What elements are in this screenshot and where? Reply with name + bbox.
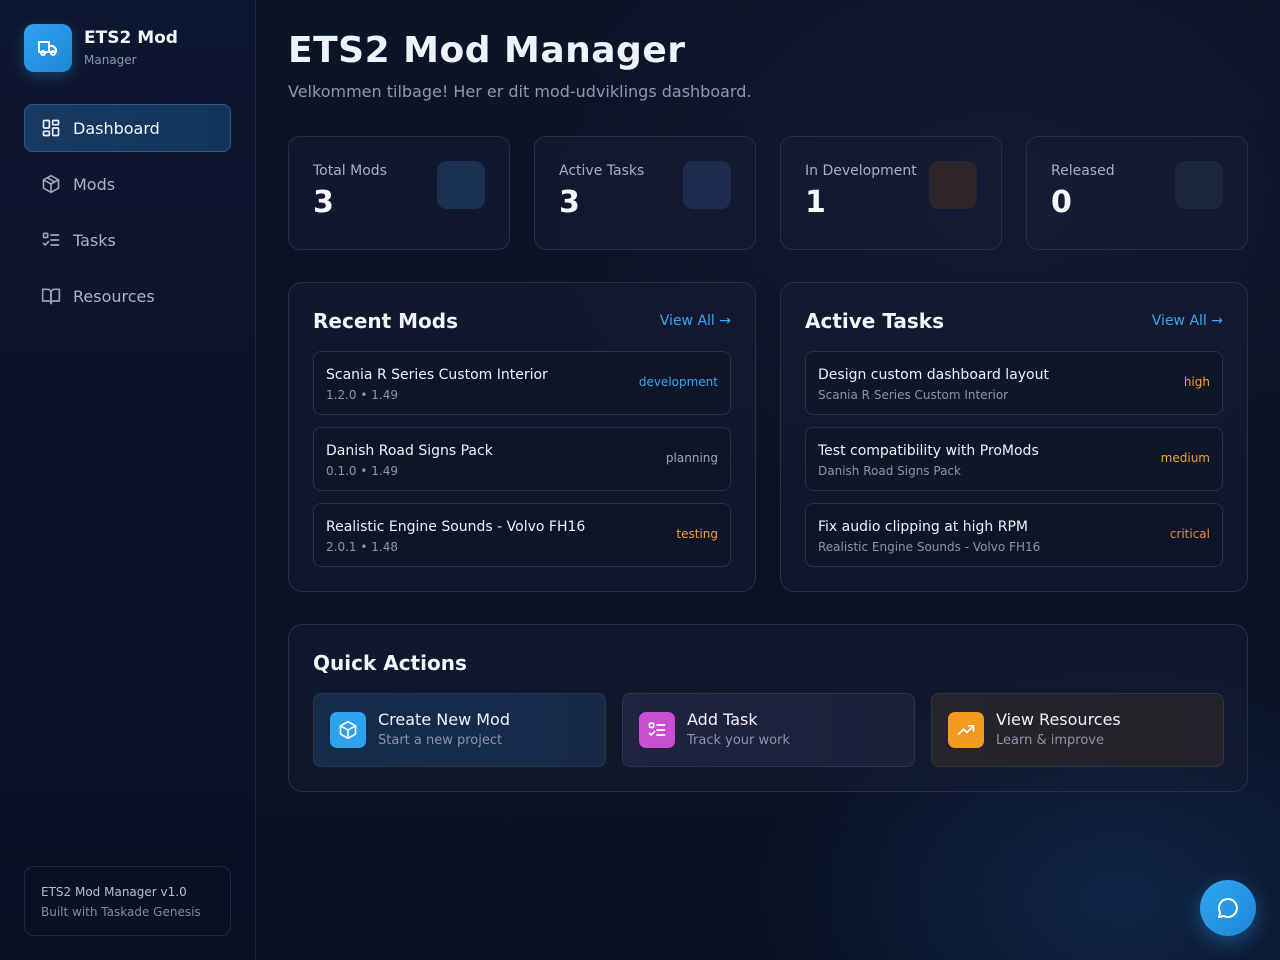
brand-subtitle: Manager [84, 53, 137, 67]
panel-title: Quick Actions [313, 651, 467, 675]
mod-version: 2.0.1 • 1.48 [326, 540, 398, 554]
priority-badge: high [1183, 375, 1210, 389]
quick-action-title: View Resources [996, 710, 1121, 729]
trending-up-icon [948, 712, 984, 748]
mod-list-item[interactable]: Scania R Series Custom Interior 1.2.0 • … [313, 351, 731, 415]
task-name: Fix audio clipping at high RPM [818, 519, 1028, 535]
stat-card-total-mods: Total Mods 3 [288, 136, 510, 250]
stat-card-released: Released 0 [1026, 136, 1248, 250]
sidebar-item-dashboard[interactable]: Dashboard [24, 104, 231, 152]
create-new-mod-button[interactable]: Create New Mod Start a new project [313, 693, 606, 767]
status-badge: planning [665, 451, 718, 465]
active-tasks-panel: Active Tasks View All → Design custom da… [780, 282, 1248, 592]
quick-action-subtitle: Start a new project [378, 733, 503, 748]
mod-version: 0.1.0 • 1.49 [326, 464, 398, 478]
sidebar-item-label: Resources [73, 286, 155, 306]
task-mod: Danish Road Signs Pack [818, 464, 961, 478]
panel-title: Recent Mods [313, 309, 459, 333]
task-name: Test compatibility with ProMods [818, 443, 1039, 459]
stat-card-active-tasks: Active Tasks 3 [534, 136, 756, 250]
stats-row: Total Mods 3 Active Tasks 3 In Developme… [288, 136, 1248, 250]
page-subtitle: Velkommen tilbage! Her er dit mod-udvikl… [288, 82, 752, 101]
priority-badge: critical [1169, 527, 1210, 541]
task-name: Design custom dashboard layout [818, 367, 1049, 383]
mod-list-item[interactable]: Realistic Engine Sounds - Volvo FH16 2.0… [313, 503, 731, 567]
chat-bubble-icon [1217, 897, 1238, 918]
sidebar-item-label: Mods [73, 174, 116, 194]
task-list-item[interactable]: Design custom dashboard layout Scania R … [805, 351, 1223, 415]
list-checks-icon [639, 712, 675, 748]
stat-icon [683, 161, 731, 209]
task-mod: Realistic Engine Sounds - Volvo FH16 [818, 540, 1041, 554]
tasks-list: Design custom dashboard layout Scania R … [805, 351, 1223, 579]
quick-actions-panel: Quick Actions Create New Mod Start a new… [288, 624, 1248, 792]
box-icon [42, 174, 60, 194]
view-resources-button[interactable]: View Resources Learn & improve [931, 693, 1224, 767]
stat-icon [929, 161, 977, 209]
mod-name: Realistic Engine Sounds - Volvo FH16 [326, 519, 586, 535]
page-title: ETS2 Mod Manager [288, 30, 686, 71]
chat-button[interactable] [1200, 880, 1256, 936]
view-all-tasks-link[interactable]: View All → [1152, 313, 1223, 329]
quick-actions-grid: Create New Mod Start a new project Add T… [313, 693, 1224, 767]
task-list-item[interactable]: Test compatibility with ProMods Danish R… [805, 427, 1223, 491]
sidebar-nav: Dashboard Mods Tasks Resources [24, 104, 231, 328]
stat-icon [437, 161, 485, 209]
truck-icon [24, 24, 72, 72]
stat-card-in-development: In Development 1 [780, 136, 1002, 250]
quick-action-title: Add Task [687, 710, 758, 729]
sidebar-item-mods[interactable]: Mods [24, 160, 231, 208]
status-badge: testing [676, 527, 718, 541]
task-mod: Scania R Series Custom Interior [818, 388, 1009, 402]
brand-title: ETS2 Mod [84, 28, 178, 48]
quick-action-subtitle: Track your work [687, 733, 790, 748]
view-all-mods-link[interactable]: View All → [660, 313, 731, 329]
sidebar-footer: ETS2 Mod Manager v1.0 Built with Taskade… [24, 866, 231, 936]
stat-icon [1175, 161, 1223, 209]
mods-list: Scania R Series Custom Interior 1.2.0 • … [313, 351, 731, 579]
recent-mods-panel: Recent Mods View All → Scania R Series C… [288, 282, 756, 592]
built-with: Built with Taskade Genesis [41, 905, 201, 919]
sidebar-item-label: Tasks [73, 230, 116, 250]
list-checks-icon [42, 232, 60, 246]
priority-badge: medium [1160, 451, 1210, 465]
sidebar: ETS2 Mod Manager Dashboard Mods Tasks Re… [0, 0, 256, 960]
app-version: ETS2 Mod Manager v1.0 [41, 885, 187, 899]
mod-name: Danish Road Signs Pack [326, 443, 493, 459]
quick-action-subtitle: Learn & improve [996, 733, 1104, 748]
mod-list-item[interactable]: Danish Road Signs Pack 0.1.0 • 1.49 plan… [313, 427, 731, 491]
book-icon [41, 288, 61, 305]
status-badge: development [638, 375, 718, 389]
sidebar-item-label: Dashboard [73, 118, 160, 138]
add-task-button[interactable]: Add Task Track your work [622, 693, 915, 767]
box-icon [330, 712, 366, 748]
sidebar-item-tasks[interactable]: Tasks [24, 216, 231, 264]
brand[interactable]: ETS2 Mod Manager [24, 24, 178, 72]
dashboard-icon [42, 119, 60, 137]
panel-title: Active Tasks [805, 309, 944, 333]
quick-action-title: Create New Mod [378, 710, 510, 729]
task-list-item[interactable]: Fix audio clipping at high RPM Realistic… [805, 503, 1223, 567]
sidebar-item-resources[interactable]: Resources [24, 272, 231, 320]
